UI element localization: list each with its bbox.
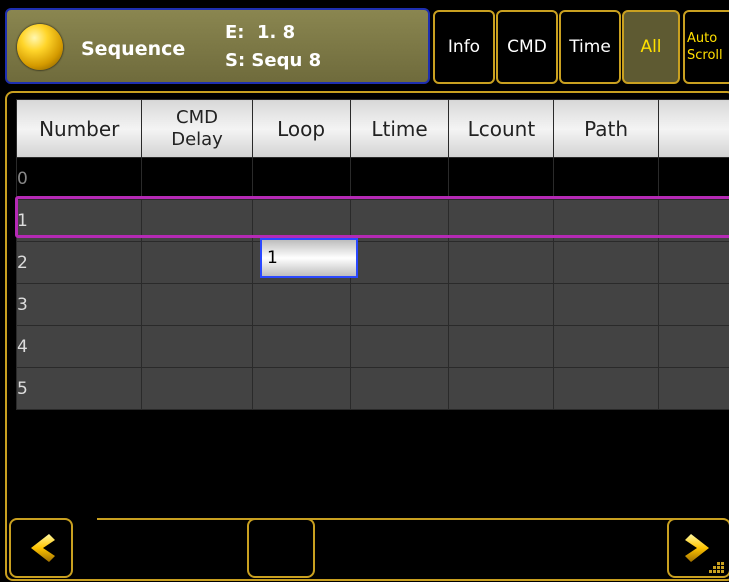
cell-loop[interactable]	[251, 367, 351, 410]
cell-extra[interactable]	[657, 241, 729, 284]
table-row[interactable]: 5	[15, 367, 729, 410]
cell-cmd-delay[interactable]	[141, 199, 253, 242]
cell-ltime[interactable]	[349, 325, 450, 368]
cell-ltime[interactable]	[349, 283, 450, 326]
chevron-right-icon	[685, 534, 724, 573]
column-header-path[interactable]: Path	[553, 99, 659, 158]
cell-extra[interactable]	[657, 199, 729, 242]
auto-scroll-label-1: Auto	[687, 31, 718, 46]
info-button-label: Info	[447, 37, 481, 57]
sequence-table: Number CMD Delay Loop Ltime Lcount Path …	[15, 99, 729, 410]
table-header-row: Number CMD Delay Loop Ltime Lcount Path	[15, 99, 729, 158]
column-header-blank	[657, 99, 729, 158]
column-header-ltime[interactable]: Ltime	[349, 99, 450, 158]
cell-ltime[interactable]	[349, 157, 450, 200]
scroll-track	[97, 518, 687, 520]
cell-number[interactable]: 1	[15, 199, 143, 242]
column-header-loop[interactable]: Loop	[251, 99, 351, 158]
auto-scroll-label-2: Scroll	[687, 48, 723, 63]
cell-lcount[interactable]	[448, 283, 555, 326]
cell-cmd-delay[interactable]	[141, 367, 253, 410]
time-button-label: Time	[569, 37, 611, 57]
executor-info: E: 1. 8	[225, 22, 296, 43]
cell-lcount[interactable]	[448, 157, 555, 200]
cmd-button[interactable]: CMD	[496, 10, 558, 84]
info-button[interactable]: Info	[433, 10, 495, 84]
cell-number[interactable]: 0	[15, 157, 143, 200]
time-button[interactable]: Time	[559, 10, 621, 84]
cmd-delay-header-label: CMD Delay	[171, 106, 223, 150]
cell-number[interactable]: 5	[15, 367, 143, 410]
cell-extra[interactable]	[657, 283, 729, 326]
cell-path[interactable]	[553, 367, 659, 410]
cell-ltime[interactable]	[349, 199, 450, 242]
cell-loop[interactable]	[251, 157, 351, 200]
cell-path[interactable]	[553, 199, 659, 242]
cell-loop[interactable]	[251, 283, 351, 326]
cell-ltime[interactable]	[349, 367, 450, 410]
cell-cmd-delay[interactable]	[141, 157, 253, 200]
sequence-orb-icon	[17, 24, 63, 70]
cell-number[interactable]: 3	[15, 283, 143, 326]
cell-path[interactable]	[553, 283, 659, 326]
cell-loop[interactable]	[251, 325, 351, 368]
window-title: Sequence	[81, 38, 186, 60]
cell-cmd-delay[interactable]	[141, 325, 253, 368]
all-button[interactable]: All	[622, 10, 680, 84]
all-button-label: All	[640, 37, 662, 57]
table-row-selected[interactable]: 1	[15, 199, 729, 242]
scroll-left-button[interactable]	[9, 518, 73, 578]
sequence-grid-panel: Number CMD Delay Loop Ltime Lcount Path …	[5, 91, 729, 581]
chevron-left-icon	[31, 534, 55, 562]
sequence-window: Sequence E: 1. 8 S: Sequ 8 Info CMD Time…	[0, 0, 729, 582]
column-header-lcount[interactable]: Lcount	[448, 99, 555, 158]
column-header-cmd-delay[interactable]: CMD Delay	[141, 99, 253, 158]
table-row[interactable]: 2	[15, 241, 729, 284]
cell-lcount[interactable]	[448, 199, 555, 242]
cell-cmd-delay[interactable]	[141, 241, 253, 284]
column-header-number[interactable]: Number	[15, 99, 143, 158]
cell-cmd-delay[interactable]	[141, 283, 253, 326]
table-row[interactable]: 3	[15, 283, 729, 326]
table-row[interactable]: 0	[15, 157, 729, 200]
cmd-button-label: CMD	[507, 37, 547, 57]
cell-path[interactable]	[553, 241, 659, 284]
cell-number[interactable]: 4	[15, 325, 143, 368]
cell-extra[interactable]	[657, 157, 729, 200]
loop-edit-field[interactable]: 1	[260, 238, 358, 278]
cell-number[interactable]: 2	[15, 241, 143, 284]
cell-path[interactable]	[553, 157, 659, 200]
title-bar[interactable]: Sequence E: 1. 8 S: Sequ 8	[5, 8, 430, 84]
cell-lcount[interactable]	[448, 325, 555, 368]
scroll-position-thumb[interactable]	[247, 518, 315, 578]
scroll-right-button[interactable]	[667, 518, 729, 578]
cell-loop[interactable]	[251, 199, 351, 242]
cell-extra[interactable]	[657, 325, 729, 368]
cell-lcount[interactable]	[448, 367, 555, 410]
cell-path[interactable]	[553, 325, 659, 368]
cell-ltime[interactable]	[349, 241, 450, 284]
cell-lcount[interactable]	[448, 241, 555, 284]
cell-extra[interactable]	[657, 367, 729, 410]
sequence-info: S: Sequ 8	[225, 50, 322, 71]
auto-scroll-button[interactable]: Auto Scroll	[683, 10, 729, 84]
table-row[interactable]: 4	[15, 325, 729, 368]
